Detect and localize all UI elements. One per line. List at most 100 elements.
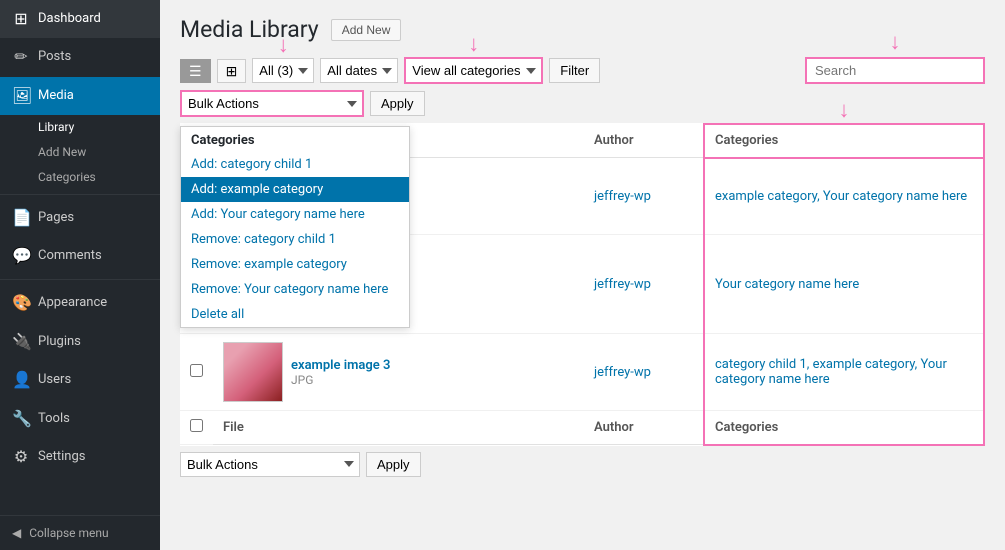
filter-button[interactable]: Filter — [549, 58, 600, 83]
grid-view-icon: ⊞ — [226, 63, 238, 79]
row3-author-cell: jeffrey-wp — [584, 334, 704, 411]
bulk-actions-select[interactable]: Bulk Actions — [182, 92, 362, 115]
settings-icon: ⚙ — [12, 446, 30, 468]
row3-checkbox[interactable] — [190, 364, 203, 377]
all-items-select[interactable]: All (3) — [252, 58, 314, 83]
row3-categories-cell: category child 1, example category, Your… — [704, 334, 984, 411]
sidebar-item-posts[interactable]: ✏ Posts — [0, 38, 160, 76]
collapse-label: Collapse menu — [29, 526, 108, 540]
dropdown-item-6[interactable]: Delete all — [181, 302, 409, 327]
media-icon: 🖼 — [12, 85, 30, 107]
dashboard-icon: ⊞ — [12, 8, 30, 30]
page-title: Media Library — [180, 16, 319, 43]
bottom-bulk-actions-select[interactable]: Bulk Actions — [180, 452, 360, 477]
sidebar-item-appearance[interactable]: 🎨 Appearance — [0, 284, 160, 322]
bottom-apply-button[interactable]: Apply — [366, 452, 421, 477]
dropdown-item-2[interactable]: Add: Your category name here — [181, 202, 409, 227]
collapse-arrow-icon: ◀ — [12, 526, 21, 540]
appearance-icon: 🎨 — [12, 292, 30, 314]
grid-view-button[interactable]: ⊞ — [217, 59, 247, 83]
sidebar-item-media[interactable]: 🖼 Media — [0, 77, 160, 115]
footer-author-col: Author — [584, 411, 704, 445]
sidebar-item-categories-sub[interactable]: Categories — [38, 165, 160, 190]
main-content: Media Library Add New ☰ ⊞ ↓ All (3) All … — [160, 0, 1005, 550]
dropdown-item-4[interactable]: Remove: example category — [181, 252, 409, 277]
sidebar-label-categories-sub: Categories — [38, 169, 96, 186]
row2-categories: Your category name here — [715, 277, 859, 292]
row1-categories-cell: example category, Your category name her… — [704, 158, 984, 235]
sidebar-item-settings[interactable]: ⚙ Settings — [0, 438, 160, 476]
row3-filetype: JPG — [291, 373, 390, 387]
sidebar-item-plugins[interactable]: 🔌 Plugins — [0, 323, 160, 361]
sidebar-item-comments[interactable]: 💬 Comments — [0, 237, 160, 275]
bulk-dropdown-menu: Categories Add: category child 1 Add: ex… — [180, 126, 410, 328]
toolbar: ☰ ⊞ ↓ All (3) All dates ↓ View all categ… — [160, 51, 1005, 90]
divider-1 — [0, 194, 160, 195]
top-apply-button[interactable]: Apply — [370, 91, 425, 116]
dropdown-item-3[interactable]: Remove: category child 1 — [181, 227, 409, 252]
row2-author-cell: jeffrey-wp — [584, 235, 704, 334]
sidebar-label-media: Media — [38, 87, 74, 105]
sidebar: ⊞ Dashboard ✏ Posts 🖼 Media Library Add … — [0, 0, 160, 550]
sidebar-label-appearance: Appearance — [38, 294, 107, 312]
list-view-button[interactable]: ☰ — [180, 59, 211, 83]
sidebar-label-posts: Posts — [38, 48, 71, 66]
row1-author-cell: jeffrey-wp — [584, 158, 704, 235]
th-categories: ↓ Categories — [704, 124, 984, 158]
plugins-icon: 🔌 — [12, 331, 30, 353]
posts-icon: ✏ — [12, 46, 30, 68]
sidebar-label-pages: Pages — [38, 209, 74, 227]
th-author: Author — [584, 124, 704, 158]
table-footer-row: File Author Categories — [180, 411, 984, 445]
row3-categories: category child 1, example category, Your… — [715, 357, 947, 387]
page-header: Media Library Add New — [160, 0, 1005, 51]
row1-categories: example category, Your category name her… — [715, 189, 967, 204]
all-dates-select[interactable]: All dates — [320, 58, 398, 83]
sidebar-item-tools[interactable]: 🔧 Tools — [0, 400, 160, 438]
footer-checkbox[interactable] — [190, 419, 203, 432]
row3-filename[interactable]: example image 3 — [291, 358, 390, 373]
users-icon: 👤 — [12, 369, 30, 391]
sidebar-label-tools: Tools — [38, 410, 70, 428]
search-input[interactable] — [805, 57, 985, 84]
row2-author[interactable]: jeffrey-wp — [594, 277, 651, 292]
row1-author[interactable]: jeffrey-wp — [594, 189, 651, 204]
row3-file-cell: example image 3 JPG — [213, 334, 584, 411]
media-submenu: Library Add New Categories — [0, 115, 160, 189]
pages-icon: 📄 — [12, 207, 30, 229]
table-area: Bulk Actions Apply Categories Add: categ… — [160, 90, 1005, 550]
top-bulk-bar: Bulk Actions Apply Categories Add: categ… — [180, 90, 985, 117]
sidebar-label-add-new: Add New — [38, 144, 86, 161]
footer-file-col: File — [213, 411, 584, 445]
footer-categories-col: Categories — [704, 411, 984, 445]
sidebar-label-dashboard: Dashboard — [38, 10, 101, 28]
divider-2 — [0, 279, 160, 280]
sidebar-label-settings: Settings — [38, 448, 85, 466]
dropdown-item-5[interactable]: Remove: Your category name here — [181, 277, 409, 302]
sidebar-label-plugins: Plugins — [38, 333, 81, 351]
table-row: example image 3 JPG jeffrey-wp category … — [180, 334, 984, 411]
row3-author[interactable]: jeffrey-wp — [594, 365, 651, 380]
add-new-button[interactable]: Add New — [331, 19, 402, 41]
sidebar-item-pages[interactable]: 📄 Pages — [0, 199, 160, 237]
bottom-bulk-bar: Bulk Actions Apply — [180, 452, 985, 477]
row3-checkbox-cell — [180, 334, 213, 411]
bulk-actions-wrapper: Bulk Actions — [180, 90, 364, 117]
sidebar-item-library[interactable]: Library — [38, 115, 160, 140]
row3-thumbnail — [223, 342, 283, 402]
footer-checkbox-cell — [180, 411, 213, 445]
comments-icon: 💬 — [12, 245, 30, 267]
dropdown-item-0[interactable]: Add: category child 1 — [181, 152, 409, 177]
search-wrapper: ↓ — [805, 57, 985, 84]
view-all-categories-select[interactable]: View all categories — [406, 59, 541, 82]
sidebar-item-add-new[interactable]: Add New — [38, 140, 160, 165]
sidebar-item-users[interactable]: 👤 Users — [0, 361, 160, 399]
sidebar-label-comments: Comments — [38, 247, 102, 265]
dropdown-item-1[interactable]: Add: example category — [181, 177, 409, 202]
list-view-icon: ☰ — [189, 63, 202, 79]
tools-icon: 🔧 — [12, 408, 30, 430]
sidebar-item-dashboard[interactable]: ⊞ Dashboard — [0, 0, 160, 38]
collapse-menu[interactable]: ◀ Collapse menu — [0, 515, 160, 550]
dropdown-header: Categories — [181, 127, 409, 152]
row2-categories-cell: Your category name here — [704, 235, 984, 334]
